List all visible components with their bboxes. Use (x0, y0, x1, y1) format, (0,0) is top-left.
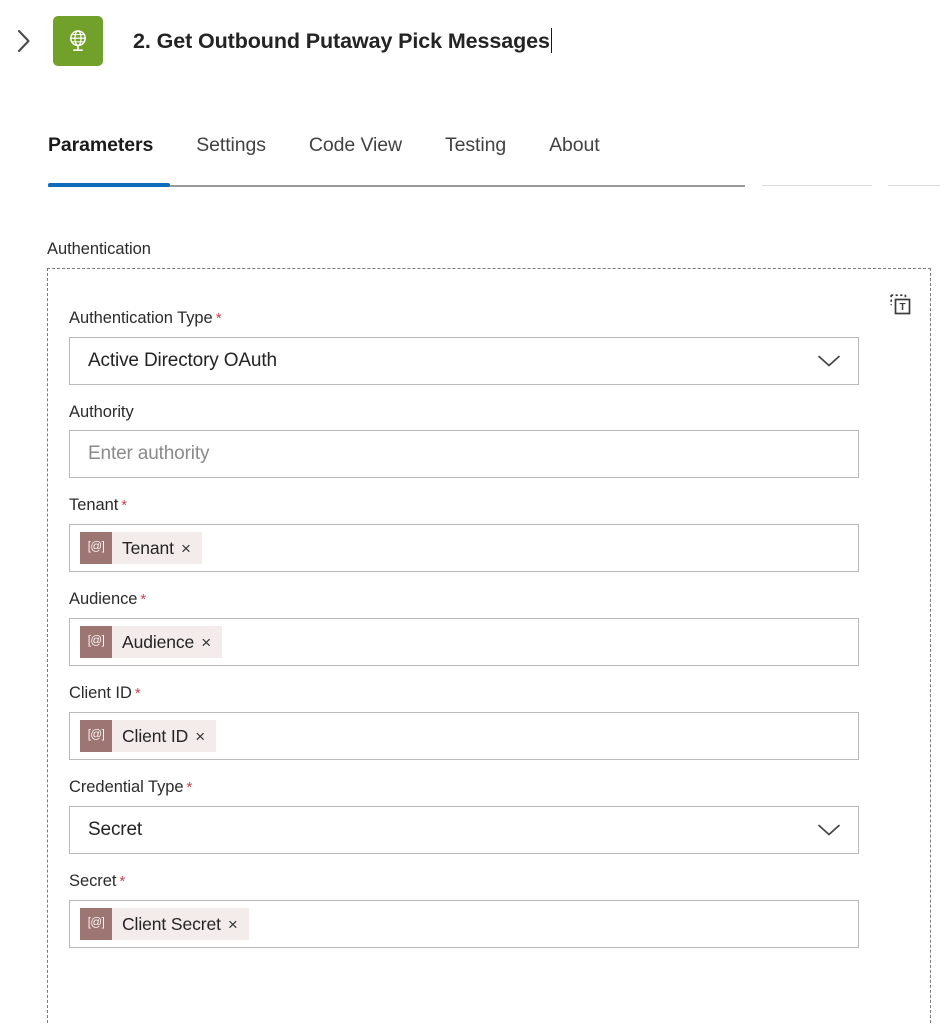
field-label-text: Audience (69, 590, 138, 608)
field-label: Authentication Type * (69, 308, 881, 329)
authentication-group: T Authentication Type * Active Directory… (47, 268, 931, 1024)
chevron-right-icon[interactable] (6, 23, 42, 59)
required-asterisk: * (140, 591, 147, 608)
tab-settings[interactable]: Settings (196, 128, 287, 162)
tab-testing[interactable]: Testing (445, 128, 527, 162)
active-tab-indicator (48, 183, 170, 187)
chevron-down-icon (816, 822, 842, 838)
tab-about[interactable]: About (549, 128, 620, 162)
title-text-caret (550, 28, 553, 53)
authority-placeholder: Enter authority (88, 443, 210, 464)
field-label-text: Authentication Type (69, 309, 213, 327)
dynamic-token-icon: [@] (80, 720, 112, 752)
token-chip-label: Tenant (122, 537, 174, 558)
audience-input[interactable]: [@] Audience × (69, 618, 859, 666)
field-tenant: Tenant * [@] Tenant × (69, 495, 881, 572)
field-audience: Audience * [@] Audience × (69, 589, 881, 666)
required-asterisk: * (134, 685, 141, 702)
field-client-id: Client ID * [@] Client ID × (69, 683, 881, 760)
field-label-text: Client ID (69, 684, 132, 702)
tab-list: Parameters Settings Code View Testing Ab… (48, 128, 621, 162)
token-chip-label: Audience (122, 631, 195, 652)
field-label: Audience * (69, 589, 881, 610)
authentication-type-value: Active Directory OAuth (88, 350, 277, 371)
field-label-text: Tenant (69, 496, 119, 514)
dynamic-content-text-icon[interactable]: T (883, 287, 917, 321)
tab-bar-divider-tertiary (888, 185, 940, 187)
credential-type-dropdown[interactable]: Secret (69, 806, 859, 854)
tab-bar-divider-secondary (762, 185, 872, 187)
authentication-type-dropdown[interactable]: Active Directory OAuth (69, 337, 859, 385)
dynamic-token-icon: [@] (80, 532, 112, 564)
field-label-text: Credential Type (69, 778, 184, 796)
remove-token-icon[interactable]: × (178, 540, 202, 557)
credential-type-value: Secret (88, 819, 143, 840)
dynamic-token-glyph: [@] (87, 917, 105, 930)
token-chip[interactable]: [@] Client ID × (80, 720, 217, 752)
authority-input[interactable]: Enter authority (69, 430, 859, 478)
field-secret: Secret * [@] Client Secret × (69, 871, 881, 948)
panel-header: 2. Get Outbound Putaway Pick Messages (0, 0, 940, 82)
token-chip[interactable]: [@] Client Secret × (80, 908, 249, 940)
dynamic-token-icon: [@] (80, 626, 112, 658)
section-label-authentication: Authentication (47, 240, 151, 258)
field-label: Credential Type * (69, 777, 881, 798)
field-authentication-type: Authentication Type * Active Directory OA… (69, 308, 881, 385)
field-label: Secret * (69, 871, 881, 892)
required-asterisk: * (215, 310, 222, 327)
http-globe-icon (53, 16, 103, 66)
required-asterisk: * (186, 779, 193, 796)
client-id-input[interactable]: [@] Client ID × (69, 712, 859, 760)
dynamic-token-icon: [@] (80, 908, 112, 940)
tab-parameters[interactable]: Parameters (48, 128, 174, 162)
field-label: Client ID * (69, 683, 881, 704)
token-chip-label: Client ID (122, 725, 189, 746)
chevron-down-icon (816, 353, 842, 369)
field-list: Authentication Type * Active Directory OA… (69, 308, 881, 948)
tab-code-view[interactable]: Code View (309, 128, 423, 162)
dynamic-token-glyph: [@] (87, 541, 105, 554)
field-label: Authority (69, 402, 881, 422)
page-title[interactable]: 2. Get Outbound Putaway Pick Messages (133, 28, 553, 54)
dynamic-token-glyph: [@] (87, 635, 105, 648)
token-chip[interactable]: [@] Tenant × (80, 532, 202, 564)
field-credential-type: Credential Type * Secret (69, 777, 881, 854)
field-label-text: Authority (69, 403, 134, 421)
action-details-panel: 2. Get Outbound Putaway Pick Messages Pa… (0, 0, 940, 1024)
remove-token-icon[interactable]: × (225, 916, 249, 933)
field-label-text: Secret (69, 872, 117, 890)
secret-input[interactable]: [@] Client Secret × (69, 900, 859, 948)
field-label: Tenant * (69, 495, 881, 516)
field-authority: Authority Enter authority (69, 402, 881, 478)
dynamic-token-glyph: [@] (87, 729, 105, 742)
svg-text:T: T (899, 302, 905, 313)
token-chip-label: Client Secret (122, 913, 221, 934)
tab-bar: Parameters Settings Code View Testing Ab… (0, 128, 940, 188)
remove-token-icon[interactable]: × (192, 728, 216, 745)
token-chip[interactable]: [@] Audience × (80, 626, 223, 658)
remove-token-icon[interactable]: × (198, 634, 222, 651)
required-asterisk: * (121, 497, 128, 514)
tenant-input[interactable]: [@] Tenant × (69, 524, 859, 572)
required-asterisk: * (119, 873, 126, 890)
page-title-text: 2. Get Outbound Putaway Pick Messages (133, 29, 550, 53)
